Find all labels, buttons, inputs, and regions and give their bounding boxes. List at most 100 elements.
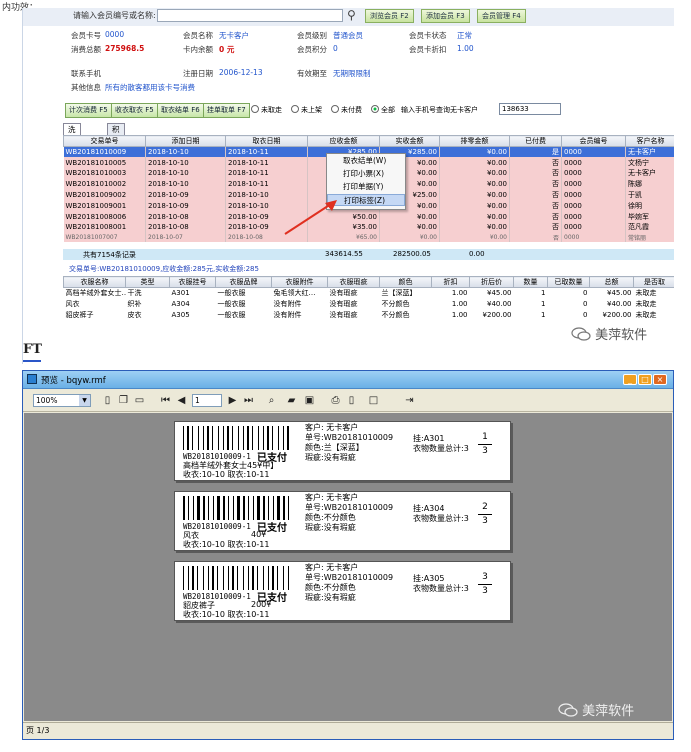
- table-cell: 否: [509, 178, 562, 190]
- col-customer[interactable]: 客户名称: [625, 135, 674, 147]
- add-member-button[interactable]: 添加会员 F3: [421, 9, 470, 23]
- label-item-price: 40¥: [251, 530, 267, 539]
- close-button[interactable]: ×: [653, 374, 667, 385]
- col-item-name[interactable]: 衣服名称: [63, 276, 126, 288]
- col-item-qty[interactable]: 数量: [513, 276, 548, 288]
- two-pages-icon[interactable]: ❐: [117, 394, 130, 407]
- discount-label: 会员卡折扣: [409, 45, 447, 54]
- col-pickup-date[interactable]: 取衣日期: [225, 135, 308, 147]
- member-search-input[interactable]: [157, 9, 343, 22]
- col-zero[interactable]: 排零金额: [439, 135, 510, 147]
- col-order-no[interactable]: 交易单号: [63, 135, 146, 147]
- phone-query-input[interactable]: 138633: [499, 103, 561, 115]
- wechat-icon: [558, 703, 578, 717]
- table-cell: ¥0.00: [439, 200, 510, 212]
- table-row[interactable]: WB20181008006 2018-10-08 2018-10-09 ¥50.00 ¥…: [63, 211, 674, 223]
- table-cell: 否: [509, 157, 562, 169]
- page-view-icon[interactable]: ▯: [101, 394, 114, 407]
- print-icon[interactable]: ⎙: [329, 394, 342, 407]
- pickup-settle-button[interactable]: 取衣结单 F6: [157, 103, 204, 118]
- table-cell: 没有瑕疵: [329, 300, 358, 308]
- table-cell: ¥0.00: [439, 146, 510, 158]
- page-setup-icon[interactable]: ▯: [345, 394, 358, 407]
- table-cell: 未取走: [635, 300, 657, 308]
- col-item-net[interactable]: 折后价: [469, 276, 514, 288]
- full-screen-icon[interactable]: □: [367, 394, 380, 407]
- menu-item-pickup-settle[interactable]: 取衣结单(W): [327, 155, 405, 167]
- table-cell: WB20181010003: [63, 168, 146, 179]
- find-icon[interactable]: ⌕: [265, 394, 278, 407]
- card-no-label: 会员卡号: [71, 31, 101, 40]
- table-cell: 否: [509, 211, 562, 223]
- chevron-down-icon[interactable]: ▼: [79, 395, 90, 406]
- zoom-select[interactable]: 100% ▼: [33, 394, 91, 407]
- label-fraction-bottom: 3: [482, 586, 488, 596]
- table-cell: 不分颜色: [381, 300, 410, 308]
- col-item-tag[interactable]: 衣服挂号: [169, 276, 216, 288]
- page-width-icon[interactable]: ▭: [133, 394, 146, 407]
- menu-item-print-receipt[interactable]: 打印小票(X): [327, 168, 405, 180]
- browse-members-button[interactable]: 浏览会员 F2: [365, 9, 414, 23]
- col-item-total[interactable]: 总额: [589, 276, 634, 288]
- col-paid[interactable]: 已付费: [509, 135, 562, 147]
- exit-preview-icon[interactable]: ⇥: [403, 394, 416, 407]
- label-fraction-bottom: 3: [482, 516, 488, 526]
- items-header-row: 衣服名称 类型 衣服挂号 衣服品牌 衣服附件 衣服瑕疵 颜色 折扣 折后价 数量…: [63, 276, 674, 288]
- col-item-discount[interactable]: 折扣: [431, 276, 470, 288]
- radio-unpicked[interactable]: 未取走: [251, 105, 282, 115]
- preview-title-bar[interactable]: 预览 - bqyw.rmf _ □ ×: [23, 371, 673, 389]
- page-number-input[interactable]: 1: [192, 394, 222, 407]
- count-consume-button[interactable]: 计次消费 F5: [65, 103, 112, 118]
- label-color: 颜色:不分颜色: [305, 513, 356, 522]
- radio-all[interactable]: 全部: [371, 105, 395, 115]
- last-page-icon[interactable]: ⏭: [242, 394, 255, 407]
- preview-status-bar: 页 1/3: [23, 722, 673, 739]
- label-dates: 收衣:10-10 取衣:10-11: [183, 540, 270, 549]
- first-page-icon[interactable]: ⏮: [159, 394, 172, 407]
- table-row[interactable]: 风衣 织补 A304 一般衣服 没有附件 没有瑕疵 不分颜色 1.00 ¥40.00 1 0 ¥40.…: [64, 299, 675, 310]
- label-fraction: 13: [478, 432, 492, 457]
- hang-order-button[interactable]: 挂单取单 F7: [203, 103, 250, 118]
- table-cell: 无卡客户: [625, 146, 674, 158]
- radio-unlisted[interactable]: 未上架: [291, 105, 322, 115]
- col-receivable[interactable]: 应收金额: [307, 135, 380, 147]
- items-body: 高档羊绒外套女士… 干洗 A301 一般衣服 兔毛领大红… 没有瑕疵 兰【深蓝】 1.00 ¥4…: [64, 288, 675, 321]
- balance-value: 0 元: [219, 45, 235, 54]
- table-row[interactable]: WB20181008001 2018-10-08 2018-10-09 ¥35.00 ¥…: [63, 222, 674, 233]
- orders-header-row: 交易单号 添加日期 取衣日期 应收金额 实收金额 排零金额 已付费 会员编号 客…: [63, 135, 674, 147]
- col-item-color[interactable]: 颜色: [379, 276, 432, 288]
- label-fraction-top: 3: [482, 572, 488, 582]
- menu-item-print-document[interactable]: 打印单据(Y): [327, 181, 405, 193]
- save-icon[interactable]: ▣: [303, 394, 316, 407]
- table-row[interactable]: 貂皮裤子 皮衣 A305 一般衣服 没有附件 没有瑕疵 不分颜色 1.00 ¥200.00 1 0 ¥…: [64, 310, 675, 321]
- member-level-label: 会员级别: [297, 31, 327, 40]
- label-fraction-top: 1: [482, 432, 488, 442]
- col-item-type[interactable]: 类型: [125, 276, 170, 288]
- table-row[interactable]: WB20181007007 2018-10-07 2018-10-08 ¥65.00 ¥…: [63, 232, 674, 242]
- table-row[interactable]: 高档羊绒外套女士… 干洗 A301 一般衣服 兔毛领大红… 没有瑕疵 兰【深蓝】 1.00 ¥4…: [64, 288, 675, 299]
- col-received[interactable]: 实收金额: [379, 135, 440, 147]
- points-label: 会员积分: [297, 45, 327, 54]
- col-item-attach[interactable]: 衣服附件: [271, 276, 328, 288]
- col-item-taken[interactable]: 已取数量: [547, 276, 590, 288]
- prev-page-icon[interactable]: ◀: [175, 394, 188, 407]
- table-cell: 兰【深蓝】: [381, 289, 417, 298]
- next-page-icon[interactable]: ▶: [226, 394, 239, 407]
- col-item-picked[interactable]: 是否取: [633, 276, 674, 288]
- col-add-date[interactable]: 添加日期: [145, 135, 226, 147]
- label-customer: 客户: 无卡客户: [305, 423, 359, 432]
- tab-laundry[interactable]: 洗衣管理: [63, 123, 81, 167]
- radio-unpaid[interactable]: 未付费: [331, 105, 362, 115]
- col-item-brand[interactable]: 衣服品牌: [215, 276, 272, 288]
- minimize-button[interactable]: _: [623, 374, 637, 385]
- tab-points[interactable]: 积分管理: [107, 123, 125, 167]
- col-item-defect[interactable]: 衣服瑕疵: [327, 276, 380, 288]
- col-member-no[interactable]: 会员编号: [561, 135, 626, 147]
- manage-members-button[interactable]: 会员管理 F4: [477, 9, 526, 23]
- table-cell: 否: [509, 200, 562, 212]
- open-folder-icon[interactable]: ▰: [285, 394, 298, 407]
- search-icon[interactable]: ⚲: [347, 8, 356, 22]
- receive-clothes-button[interactable]: 收衣取衣 F5: [111, 103, 158, 118]
- maximize-button[interactable]: □: [638, 374, 652, 385]
- label-details: 客户: 无卡客户 单号:WB20181010009 颜色:兰【深蓝】 瑕疵:没有瑕疵: [305, 423, 393, 463]
